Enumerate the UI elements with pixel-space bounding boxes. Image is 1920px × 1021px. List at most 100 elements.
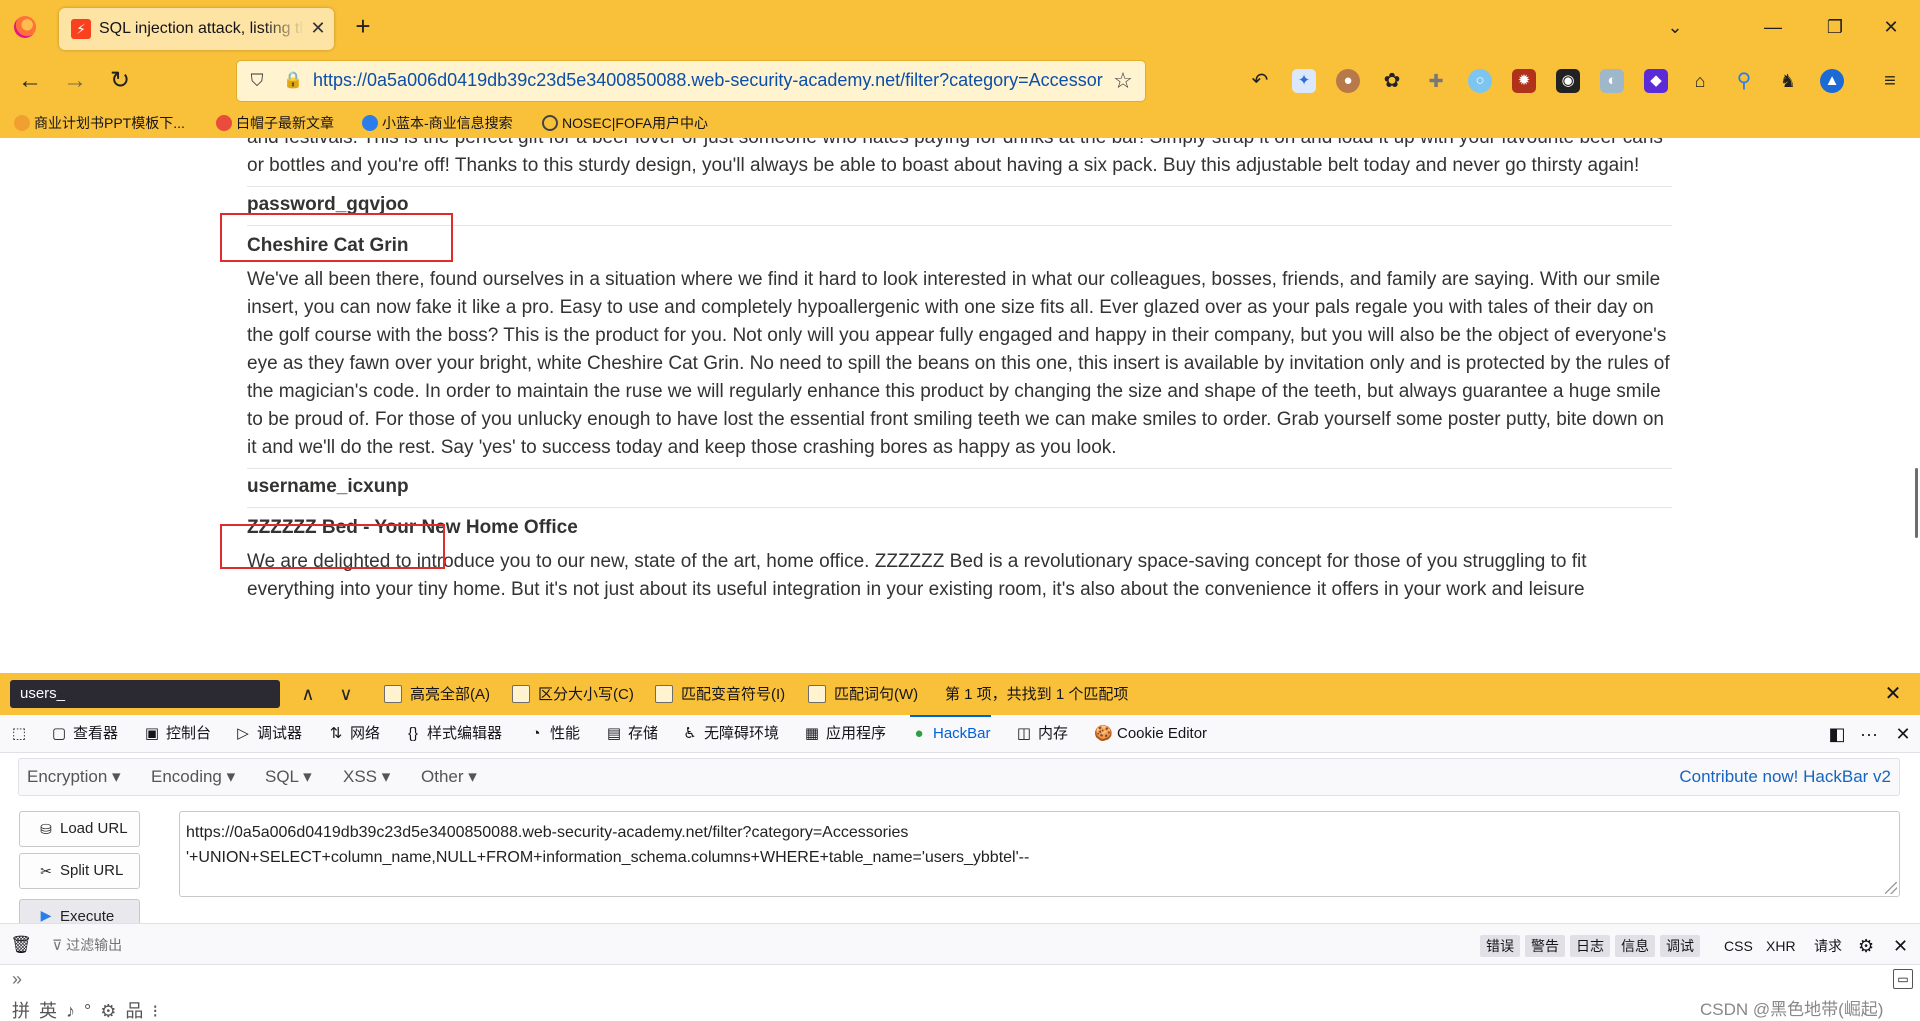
resize-handle-icon[interactable]: [1885, 882, 1897, 894]
more-options-icon[interactable]: ···: [1858, 723, 1880, 745]
hackbar-url-textarea[interactable]: https://0a5a006d0419db39c23d5e3400850088…: [179, 811, 1900, 897]
filter-errors-button[interactable]: 错误: [1480, 935, 1520, 957]
dock-icon[interactable]: ◧: [1826, 723, 1848, 745]
tab-console[interactable]: ▣ 控制台: [143, 715, 211, 753]
execute-button[interactable]: ▶ Execute: [19, 899, 140, 925]
filter-requests-button[interactable]: 请求: [1814, 935, 1842, 957]
console-settings-gear-icon[interactable]: ⚙: [1858, 935, 1874, 957]
tab-network[interactable]: ⇅ 网络: [327, 715, 380, 753]
bookmark-item[interactable]: 商业计划书PPT模板下...: [14, 112, 185, 134]
person-extension-icon[interactable]: ♞: [1776, 69, 1800, 93]
minimize-button[interactable]: —: [1758, 12, 1788, 42]
encoding-menu[interactable]: Encoding ▾: [151, 759, 235, 795]
split-url-button[interactable]: ✂ Split URL: [19, 853, 140, 889]
reload-button[interactable]: ↻: [104, 66, 136, 96]
account-extension-icon[interactable]: ▲: [1820, 69, 1844, 93]
xss-menu[interactable]: XSS ▾: [343, 759, 390, 795]
tab-label: 无障碍环境: [704, 725, 780, 742]
gear-extension-icon[interactable]: ✹: [1512, 69, 1536, 93]
tab-hackbar[interactable]: ● HackBar: [910, 715, 991, 753]
find-previous-icon[interactable]: ∧: [295, 681, 321, 707]
tab-inspector[interactable]: ▢ 查看器: [50, 715, 118, 753]
filter-xhr-button[interactable]: XHR: [1766, 935, 1796, 957]
tab-performance[interactable]: ◔ 性能: [527, 715, 580, 753]
encryption-menu[interactable]: Encryption ▾: [27, 759, 121, 795]
find-close-icon[interactable]: ✕: [1880, 681, 1906, 707]
tab-close-icon[interactable]: ✕: [307, 17, 329, 39]
menu-hamburger-icon[interactable]: ≡: [1878, 69, 1902, 93]
cookie-icon: 🍪: [1094, 725, 1113, 742]
checkbox-label: 区分大小写(C): [538, 686, 634, 703]
match-diacritics-checkbox[interactable]: 匹配变音符号(I): [655, 684, 785, 706]
filter-debug-button[interactable]: 调试: [1660, 935, 1700, 957]
tab-debugger[interactable]: ▷ 调试器: [234, 715, 302, 753]
sql-menu[interactable]: SQL ▾: [265, 759, 312, 795]
lock-icon[interactable]: 🔒: [283, 71, 303, 91]
console-input[interactable]: » ▭ 拼 英 ♪ ° ⚙ 品 ⁝ CSDN @黑色地带(崛起): [0, 965, 1920, 1021]
tab-cookie-editor[interactable]: 🍪 Cookie Editor: [1094, 715, 1207, 753]
checkbox-label: 匹配词句(W): [834, 686, 919, 703]
application-icon: ▦: [804, 725, 820, 742]
puzzle-extension-icon[interactable]: ✚: [1424, 69, 1448, 93]
tab-application[interactable]: ▦ 应用程序: [803, 715, 886, 753]
scrollbar[interactable]: [1915, 468, 1918, 538]
page-viewport[interactable]: and festivals. This is the perfect gift …: [0, 138, 1920, 673]
tab-title: SQL injection attack, listing the databa…: [99, 20, 304, 37]
back-button[interactable]: ←: [14, 66, 46, 96]
find-input[interactable]: users_: [10, 680, 280, 708]
highlight-all-checkbox[interactable]: 高亮全部(A): [384, 684, 490, 706]
contribute-link[interactable]: Contribute now! HackBar v2: [1679, 759, 1891, 795]
url-input[interactable]: https://0a5a006d0419db39c23d5e3400850088…: [313, 70, 1103, 91]
tab-storage[interactable]: ▤ 存储: [605, 715, 658, 753]
checkbox-label: 匹配变音符号(I): [681, 686, 786, 703]
element-picker-icon[interactable]: ⬚: [10, 715, 33, 753]
whole-words-checkbox[interactable]: 匹配词句(W): [808, 684, 918, 706]
filter-input[interactable]: ⊽ 过滤输出: [52, 934, 122, 956]
close-window-button[interactable]: ✕: [1876, 12, 1906, 42]
ime-toolbar: 拼 英 ♪ ° ⚙ 品 ⁝: [12, 1001, 161, 1021]
filter-logs-button[interactable]: 日志: [1570, 935, 1610, 957]
tab-strip: ⚡ SQL injection attack, listing the data…: [0, 0, 1920, 54]
bookmark-item[interactable]: 小蓝本-商业信息搜索: [362, 112, 513, 134]
trash-icon[interactable]: 🗑: [10, 934, 32, 956]
circle-extension-icon[interactable]: ○: [1468, 69, 1492, 93]
tab-label: 查看器: [73, 725, 119, 742]
firefox-logo-icon[interactable]: [14, 16, 36, 38]
cookie-alt-extension-icon[interactable]: ✿: [1380, 69, 1404, 93]
filter-css-button[interactable]: CSS: [1724, 935, 1753, 957]
tab-accessibility[interactable]: ♿ 无障碍环境: [681, 715, 779, 753]
new-tab-button[interactable]: +: [349, 12, 377, 40]
match-case-checkbox[interactable]: 区分大小写(C): [512, 684, 634, 706]
toggle-extension-icon[interactable]: ◐: [1600, 69, 1624, 93]
tab-style-editor[interactable]: {} 样式编辑器: [404, 715, 502, 753]
split-view-icon[interactable]: ▭: [1893, 969, 1913, 989]
tab-memory[interactable]: ◫ 内存: [1015, 715, 1068, 753]
list-all-tabs-icon[interactable]: ⌄: [1660, 12, 1690, 42]
location-extension-icon[interactable]: ⚲: [1732, 69, 1756, 93]
inspector-icon: ▢: [51, 725, 67, 742]
hat-extension-icon[interactable]: ⌂: [1688, 69, 1712, 93]
filter-info-button[interactable]: 信息: [1615, 935, 1655, 957]
load-url-button[interactable]: ⛁ Load URL: [19, 811, 140, 847]
bookmark-item[interactable]: NOSEC|FOFA用户中心: [542, 112, 708, 134]
url-bar[interactable]: ⛉ 🔒 https://0a5a006d0419db39c23d5e340085…: [236, 60, 1146, 102]
tracking-shield-icon[interactable]: ⛉: [247, 71, 267, 91]
find-next-icon[interactable]: ∨: [333, 681, 359, 707]
restore-button[interactable]: ❐: [1820, 12, 1850, 42]
table-row: username_icxunp: [247, 468, 1672, 508]
other-menu[interactable]: Other ▾: [421, 759, 477, 795]
undo-extension-icon[interactable]: ↶: [1248, 69, 1272, 93]
close-devtools-icon[interactable]: ✕: [1892, 723, 1914, 745]
close-split-console-icon[interactable]: ✕: [1893, 935, 1908, 957]
diamond-extension-icon[interactable]: ◆: [1644, 69, 1668, 93]
glasses-extension-icon[interactable]: ◉: [1556, 69, 1580, 93]
bookmark-star-icon[interactable]: ☆: [1111, 69, 1135, 93]
filter-placeholder: 过滤输出: [66, 937, 123, 953]
bookmark-item[interactable]: 白帽子最新文章: [216, 112, 334, 134]
forward-button[interactable]: →: [59, 66, 91, 96]
filter-warnings-button[interactable]: 警告: [1525, 935, 1565, 957]
bird-extension-icon[interactable]: ✦: [1292, 69, 1316, 93]
checkbox-icon: [384, 685, 402, 703]
browser-tab[interactable]: ⚡ SQL injection attack, listing the data…: [59, 8, 334, 50]
cookie-extension-icon[interactable]: ●: [1336, 69, 1360, 93]
